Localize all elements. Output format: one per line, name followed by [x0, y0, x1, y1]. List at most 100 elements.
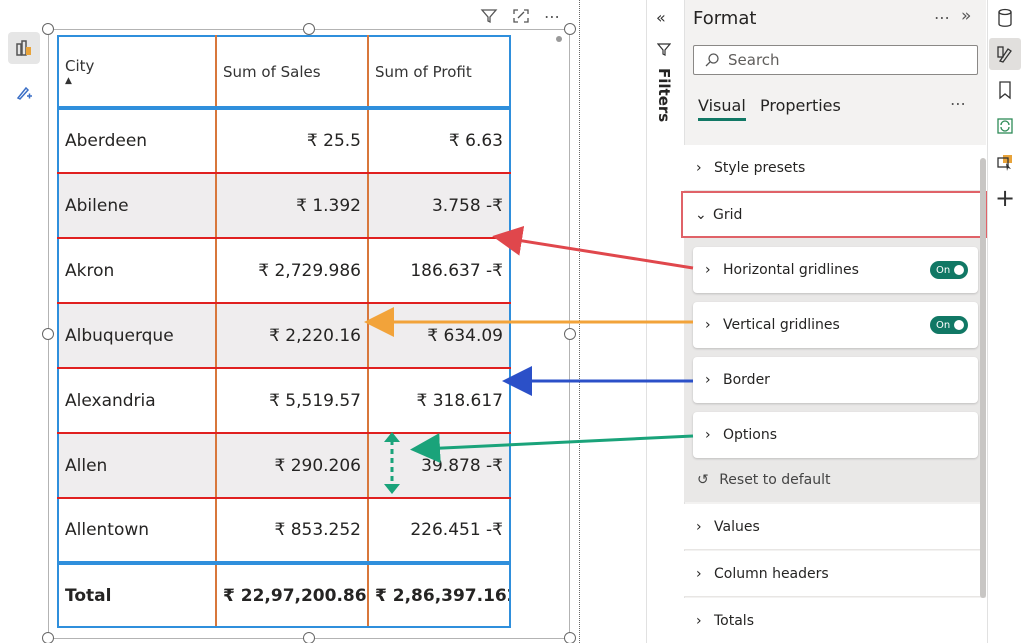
section-label: Grid [713, 206, 743, 223]
selection-pane-button[interactable] [989, 146, 1021, 178]
search-placeholder: Search [728, 51, 780, 69]
card-vertical-gridlines[interactable]: › Vertical gridlines On [693, 302, 978, 348]
sales-cell: ₹ 2,220.16 [216, 303, 369, 369]
canvas-divider [579, 0, 580, 643]
sales-cell: ₹ 853.252 [216, 498, 369, 565]
filters-label[interactable]: Filters [655, 68, 673, 122]
table-visual: City ▲ Sum of Sales Sum of Profit Aberde… [57, 35, 511, 628]
table-row: Aberdeen ₹ 25.5 ₹ 6.63 [57, 108, 511, 174]
chevron-right-icon: › [705, 427, 711, 443]
expand-pane-icon[interactable]: » [961, 6, 971, 26]
card-border[interactable]: › Border [693, 357, 978, 403]
card-label: Horizontal gridlines [723, 262, 859, 278]
resize-handle-bottom-left[interactable] [42, 632, 54, 643]
scroll-indicator [556, 36, 562, 42]
format-pane-title: Format [693, 8, 757, 29]
sync-icon [997, 118, 1013, 134]
filter-icon[interactable] [480, 6, 498, 26]
profit-cell: ₹ 634.09 [368, 303, 511, 369]
selection-icon [997, 155, 1012, 171]
table-header-row: City ▲ Sum of Sales Sum of Profit [57, 35, 511, 110]
toggle-label: On [936, 264, 951, 276]
resize-handle-top-left[interactable] [42, 23, 54, 35]
column-header-sales[interactable]: Sum of Sales [216, 35, 369, 110]
search-input[interactable]: Search [693, 45, 978, 75]
city-cell: Allentown [57, 498, 217, 565]
section-column-headers[interactable]: › Column headers [684, 551, 986, 597]
city-cell: Alexandria [57, 368, 217, 434]
city-cell: Abilene [57, 173, 217, 239]
column-header-label: City [65, 57, 95, 75]
resize-handle-left[interactable] [42, 328, 54, 340]
column-header-profit[interactable]: Sum of Profit [368, 35, 511, 110]
tab-more-options-icon[interactable]: ⋯ [950, 94, 966, 113]
city-cell: Albuquerque [57, 303, 217, 369]
total-profit: ₹ 2,86,397.162 [368, 563, 511, 628]
horizontal-gridlines-toggle[interactable]: On [930, 261, 968, 279]
build-visual-icon [16, 40, 31, 56]
total-label: Total [57, 563, 217, 628]
column-header-city[interactable]: City ▲ [57, 35, 217, 110]
section-label: Column headers [714, 565, 829, 582]
table-row: Abilene ₹ 1.392 3.758 -₹ [57, 173, 511, 239]
toggle-knob [954, 320, 964, 330]
add-pane-icon[interactable]: + [989, 182, 1021, 214]
section-label: Values [714, 518, 760, 535]
chevron-right-icon: › [696, 518, 702, 535]
more-options-icon[interactable]: ⋯ [544, 6, 560, 26]
table-row: Allentown ₹ 853.252 226.451 -₹ [57, 498, 511, 565]
reset-label: Reset to default [719, 472, 831, 488]
bookmarks-pane-button[interactable] [989, 74, 1021, 106]
search-icon [705, 53, 719, 67]
section-values[interactable]: › Values [684, 504, 986, 550]
section-totals[interactable]: › Totals [684, 598, 986, 643]
sales-cell: ₹ 5,519.57 [216, 368, 369, 434]
resize-handle-top-right[interactable] [564, 23, 576, 35]
sync-slicers-button[interactable] [989, 110, 1021, 142]
table-row: Alexandria ₹ 5,519.57 ₹ 318.617 [57, 368, 511, 434]
table-row: Allen ₹ 290.206 39.878 -₹ [57, 433, 511, 499]
section-grid[interactable]: ⌄ Grid [681, 191, 987, 238]
format-pane-scrollbar[interactable] [980, 158, 986, 598]
card-label: Vertical gridlines [723, 317, 840, 333]
sales-cell: ₹ 25.5 [216, 108, 369, 174]
chevron-right-icon: › [705, 262, 711, 278]
data-pane-button[interactable] [989, 2, 1021, 34]
chevron-right-icon: › [696, 612, 702, 629]
resize-handle-bottom-right[interactable] [564, 632, 576, 643]
resize-handle-top[interactable] [303, 23, 315, 35]
more-options-icon[interactable]: ⋯ [934, 8, 950, 27]
sales-cell: ₹ 1.392 [216, 173, 369, 239]
section-style-presets[interactable]: › Style presets [684, 145, 986, 191]
reset-to-default-button[interactable]: ↺ Reset to default [697, 472, 831, 488]
toggle-knob [954, 265, 964, 275]
card-horizontal-gridlines[interactable]: › Horizontal gridlines On [693, 247, 978, 293]
card-options[interactable]: › Options [693, 412, 978, 458]
vertical-gridlines-toggle[interactable]: On [930, 316, 968, 334]
profit-cell: 39.878 -₹ [368, 433, 511, 499]
focus-mode-icon[interactable] [512, 6, 530, 26]
total-sales: ₹ 22,97,200.867 [216, 563, 369, 628]
chevron-right-icon: › [696, 565, 702, 582]
resize-handle-right[interactable] [564, 328, 576, 340]
chevron-down-icon: ⌄ [695, 206, 707, 223]
resize-handle-bottom[interactable] [303, 632, 315, 643]
build-visual-button[interactable] [8, 32, 40, 64]
sales-cell: ₹ 2,729.986 [216, 238, 369, 304]
filter-funnel-icon [656, 42, 672, 61]
tab-properties[interactable]: Properties [760, 96, 841, 115]
sales-cell: ₹ 290.206 [216, 433, 369, 499]
profit-cell: 226.451 -₹ [368, 498, 511, 565]
format-visual-button[interactable] [8, 76, 40, 108]
chevron-right-icon: › [705, 372, 711, 388]
format-brush-icon [997, 46, 1012, 63]
chevron-right-icon: › [696, 159, 702, 176]
bookmark-icon [999, 81, 1011, 100]
card-label: Border [723, 372, 770, 388]
collapse-pane-icon[interactable]: « [656, 8, 666, 27]
sort-ascending-icon: ▲ [65, 76, 72, 86]
tab-visual[interactable]: Visual [698, 96, 746, 121]
total-row: Total ₹ 22,97,200.867 ₹ 2,86,397.162 [57, 563, 511, 628]
visualizations-pane-button[interactable] [989, 38, 1021, 70]
card-label: Options [723, 427, 778, 443]
